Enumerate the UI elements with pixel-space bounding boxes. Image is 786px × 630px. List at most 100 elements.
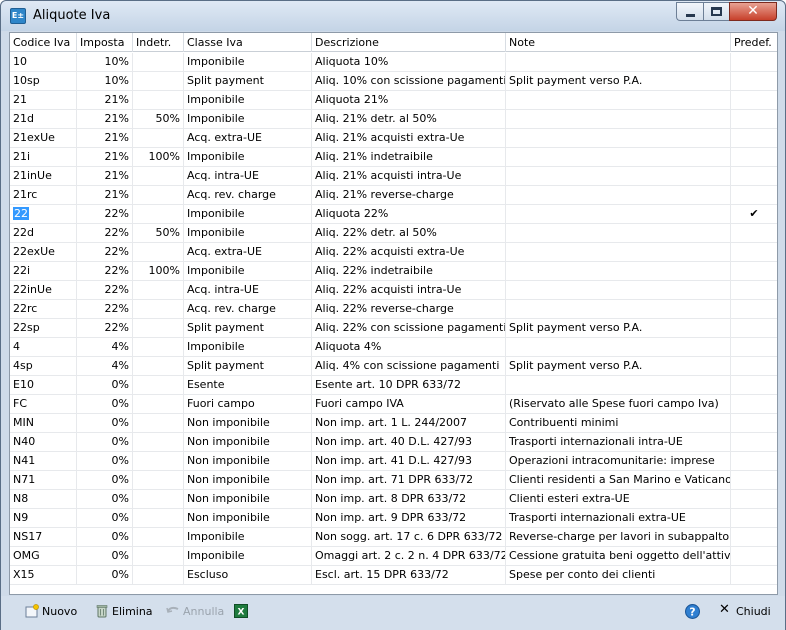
cell-imposta[interactable]: 21% xyxy=(77,91,133,109)
cell-imposta[interactable]: 21% xyxy=(77,129,133,147)
cell-note[interactable]: Trasporti internazionali intra-UE xyxy=(506,433,731,451)
cell-note[interactable] xyxy=(506,91,731,109)
cell-note[interactable] xyxy=(506,338,731,356)
cell-predef[interactable] xyxy=(731,395,777,413)
table-row[interactable]: 22inUe 22% Acq. intra-UE Aliq. 22% acquisti… xyxy=(10,281,777,300)
table-row[interactable]: N9 0% Non imponibile Non imp. art. 9 DPR 63… xyxy=(10,509,777,528)
column-header-descrizione[interactable]: Descrizione xyxy=(312,33,506,52)
cell-classe[interactable]: Acq. intra-UE xyxy=(184,281,312,299)
cell-imposta[interactable]: 4% xyxy=(77,338,133,356)
table-row[interactable]: 22sp 22% Split payment Aliq. 22% con scissi… xyxy=(10,319,777,338)
cell-predef[interactable] xyxy=(731,547,777,565)
cell-note[interactable] xyxy=(506,167,731,185)
cell-code[interactable]: 22inUe xyxy=(10,281,77,299)
cell-descrizione[interactable]: Fuori campo IVA xyxy=(312,395,506,413)
cell-predef[interactable] xyxy=(731,357,777,375)
cell-descrizione[interactable]: Aliq. 21% reverse-charge xyxy=(312,186,506,204)
cell-code[interactable]: N40 xyxy=(10,433,77,451)
table-row[interactable]: MIN 0% Non imponibile Non imp. art. 1 L. 24… xyxy=(10,414,777,433)
table-row[interactable]: 22d 22% 50% Imponibile Aliq. 22% detr. al 50… xyxy=(10,224,777,243)
cell-note[interactable] xyxy=(506,148,731,166)
cell-classe[interactable]: Acq. extra-UE xyxy=(184,129,312,147)
cell-indetr[interactable] xyxy=(133,547,184,565)
cell-indetr[interactable] xyxy=(133,471,184,489)
cell-code[interactable]: 21rc xyxy=(10,186,77,204)
cell-classe[interactable]: Fuori campo xyxy=(184,395,312,413)
cell-predef[interactable] xyxy=(731,376,777,394)
cell-note[interactable]: Contribuenti minimi xyxy=(506,414,731,432)
cell-predef[interactable] xyxy=(731,281,777,299)
cell-note[interactable]: Spese per conto dei clienti xyxy=(506,566,731,584)
cell-predef[interactable] xyxy=(731,300,777,318)
cell-imposta[interactable]: 0% xyxy=(77,566,133,584)
cell-descrizione[interactable]: Aliq. 10% con scissione pagamenti xyxy=(312,72,506,90)
column-header-note[interactable]: Note xyxy=(506,33,731,52)
cell-indetr[interactable] xyxy=(133,91,184,109)
cell-indetr[interactable] xyxy=(133,433,184,451)
cell-note[interactable] xyxy=(506,186,731,204)
cell-imposta[interactable]: 0% xyxy=(77,490,133,508)
column-header-imposta[interactable]: Imposta xyxy=(77,33,133,52)
cell-predef[interactable] xyxy=(731,110,777,128)
cell-imposta[interactable]: 0% xyxy=(77,414,133,432)
cell-descrizione[interactable]: Non sogg. art. 17 c. 6 DPR 633/72 e s.m. xyxy=(312,528,506,546)
cell-imposta[interactable]: 22% xyxy=(77,205,133,223)
table-row[interactable]: X15 0% Escluso Escl. art. 15 DPR 633/72 Spes… xyxy=(10,566,777,585)
cell-descrizione[interactable]: Esente art. 10 DPR 633/72 xyxy=(312,376,506,394)
cell-code[interactable]: 21d xyxy=(10,110,77,128)
table-row[interactable]: N71 0% Non imponibile Non imp. art. 71 DPR … xyxy=(10,471,777,490)
cell-imposta[interactable]: 21% xyxy=(77,186,133,204)
cell-predef[interactable] xyxy=(731,72,777,90)
cell-imposta[interactable]: 22% xyxy=(77,224,133,242)
cell-indetr[interactable] xyxy=(133,490,184,508)
column-header-indetr[interactable]: Indetr. xyxy=(133,33,184,52)
cell-classe[interactable]: Imponibile xyxy=(184,547,312,565)
cell-code[interactable]: 22 xyxy=(10,205,77,223)
cell-code[interactable]: FC xyxy=(10,395,77,413)
cell-imposta[interactable]: 10% xyxy=(77,53,133,71)
cell-note[interactable] xyxy=(506,262,731,280)
cell-indetr[interactable] xyxy=(133,186,184,204)
cell-indetr[interactable] xyxy=(133,167,184,185)
cell-descrizione[interactable]: Non imp. art. 8 DPR 633/72 xyxy=(312,490,506,508)
cell-code[interactable]: NS17 xyxy=(10,528,77,546)
cell-classe[interactable]: Split payment xyxy=(184,72,312,90)
cell-predef[interactable] xyxy=(731,338,777,356)
cell-indetr[interactable] xyxy=(133,53,184,71)
cell-imposta[interactable]: 0% xyxy=(77,452,133,470)
cell-imposta[interactable]: 22% xyxy=(77,243,133,261)
cell-indetr[interactable]: 100% xyxy=(133,262,184,280)
cell-indetr[interactable]: 100% xyxy=(133,148,184,166)
cell-note[interactable] xyxy=(506,129,731,147)
cell-indetr[interactable] xyxy=(133,357,184,375)
cell-predef[interactable] xyxy=(731,167,777,185)
cell-indetr[interactable] xyxy=(133,319,184,337)
cell-code[interactable]: X15 xyxy=(10,566,77,584)
cell-classe[interactable]: Acq. rev. charge xyxy=(184,186,312,204)
cell-imposta[interactable]: 22% xyxy=(77,262,133,280)
table-row[interactable]: 22i 22% 100% Imponibile Aliq. 22% indetraibi… xyxy=(10,262,777,281)
cell-descrizione[interactable]: Aliq. 22% detr. al 50% xyxy=(312,224,506,242)
cell-indetr[interactable]: 50% xyxy=(133,224,184,242)
cell-classe[interactable]: Imponibile xyxy=(184,205,312,223)
table-row[interactable]: 21d 21% 50% Imponibile Aliq. 21% detr. al 50… xyxy=(10,110,777,129)
cell-descrizione[interactable]: Aliquota 4% xyxy=(312,338,506,356)
cell-note[interactable]: Reverse-charge per lavori in subappalto xyxy=(506,528,731,546)
cell-predef[interactable] xyxy=(731,471,777,489)
cell-code[interactable]: 22i xyxy=(10,262,77,280)
cell-predef[interactable] xyxy=(731,224,777,242)
cell-indetr[interactable] xyxy=(133,395,184,413)
cell-note[interactable] xyxy=(506,281,731,299)
cell-code[interactable]: 10 xyxy=(10,53,77,71)
cell-note[interactable]: (Riservato alle Spese fuori campo Iva) xyxy=(506,395,731,413)
cell-classe[interactable]: Imponibile xyxy=(184,528,312,546)
cell-predef[interactable] xyxy=(731,528,777,546)
cell-imposta[interactable]: 21% xyxy=(77,167,133,185)
table-row[interactable]: N41 0% Non imponibile Non imp. art. 41 D.L.… xyxy=(10,452,777,471)
cell-predef[interactable] xyxy=(731,414,777,432)
cell-predef[interactable] xyxy=(731,319,777,337)
cell-note[interactable] xyxy=(506,205,731,223)
cell-descrizione[interactable]: Non imp. art. 1 L. 244/2007 xyxy=(312,414,506,432)
cell-descrizione[interactable]: Aliq. 22% reverse-charge xyxy=(312,300,506,318)
cell-predef[interactable] xyxy=(731,566,777,584)
